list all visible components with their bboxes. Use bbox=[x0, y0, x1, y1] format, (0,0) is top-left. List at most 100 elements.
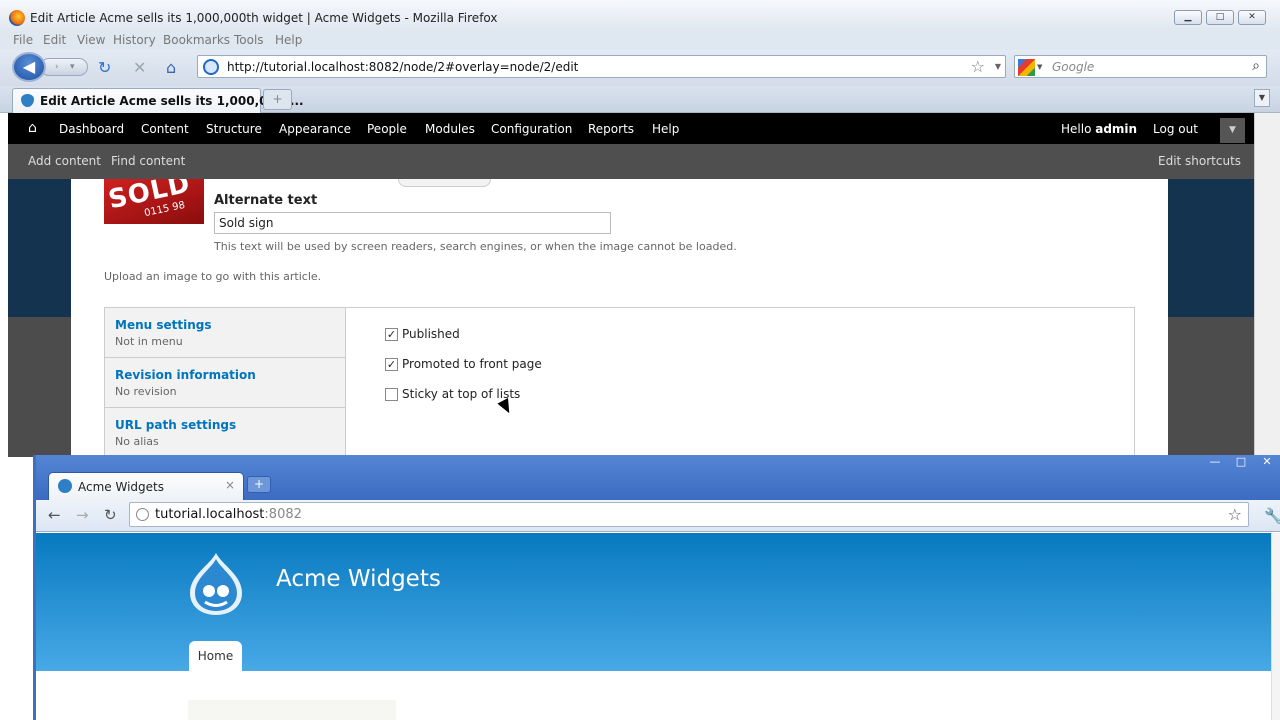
remove-button[interactable] bbox=[398, 179, 491, 187]
toolbar-greeting: Hello admin bbox=[1061, 122, 1137, 136]
search-placeholder: Google bbox=[1052, 60, 1095, 74]
drupal-favicon-icon bbox=[21, 94, 34, 107]
close-icon[interactable]: ✕ bbox=[1238, 10, 1266, 25]
vtab-menu-settings[interactable]: Menu settings Not in menu bbox=[105, 308, 345, 358]
url-host: tutorial.localhost bbox=[155, 507, 265, 522]
published-label[interactable]: Published bbox=[402, 327, 460, 341]
toolbar-people[interactable]: People bbox=[367, 122, 407, 136]
stop-icon[interactable]: ✕ bbox=[133, 58, 146, 77]
reload-icon[interactable]: ↻ bbox=[104, 506, 117, 524]
tab-close-icon[interactable]: × bbox=[225, 478, 235, 492]
back-button[interactable]: ◀ bbox=[12, 52, 46, 82]
vtab-revision-information[interactable]: Revision information No revision bbox=[105, 358, 345, 408]
shortcut-add-content[interactable]: Add content bbox=[28, 154, 101, 168]
toolbar-toggle-icon[interactable]: ▼ bbox=[1220, 118, 1245, 143]
vtab-summary: Not in menu bbox=[115, 335, 183, 348]
promoted-label[interactable]: Promoted to front page bbox=[402, 357, 542, 371]
site-name[interactable]: Acme Widgets bbox=[276, 566, 441, 592]
toolbar-reports[interactable]: Reports bbox=[588, 122, 634, 136]
shortcut-find-content[interactable]: Find content bbox=[111, 154, 185, 168]
forward-button[interactable]: › ▾ bbox=[40, 58, 88, 76]
window-title: Edit Article Acme sells its 1,000,000th … bbox=[30, 11, 498, 25]
home-icon[interactable]: ⌂ bbox=[166, 58, 176, 77]
search-icon[interactable]: ⌕ bbox=[1252, 58, 1260, 74]
url-port: :8082 bbox=[264, 507, 302, 522]
vertical-tabs-menu: Menu settings Not in menu Revision infor… bbox=[105, 308, 346, 458]
greeting-prefix: Hello bbox=[1061, 122, 1096, 136]
toolbar-appearance[interactable]: Appearance bbox=[279, 122, 351, 136]
url-dropdown-icon[interactable]: ▼ bbox=[995, 62, 1001, 71]
menu-edit[interactable]: Edit bbox=[43, 33, 66, 47]
tab-label: Acme Widgets bbox=[78, 480, 164, 494]
firefox-logo-icon bbox=[9, 10, 25, 26]
wrench-icon[interactable]: 🔧 bbox=[1264, 507, 1280, 525]
tab-list-icon[interactable]: ▼ bbox=[1254, 89, 1270, 107]
vtab-summary: No revision bbox=[115, 385, 177, 398]
site-page: Acme Widgets Home bbox=[36, 533, 1271, 720]
toolbar-home-icon[interactable]: ⌂ bbox=[28, 120, 37, 136]
search-engine-dropdown-icon[interactable]: ▼ bbox=[1037, 63, 1042, 71]
drupal-logo-icon[interactable] bbox=[188, 551, 244, 617]
reload-icon[interactable]: ↻ bbox=[98, 58, 111, 77]
vtab-summary: No alias bbox=[115, 435, 159, 448]
back-icon[interactable]: ← bbox=[48, 506, 61, 524]
edit-shortcuts-link[interactable]: Edit shortcuts bbox=[1158, 154, 1241, 168]
alt-text-description: This text will be used by screen readers… bbox=[214, 240, 737, 253]
sidebar-block bbox=[188, 700, 396, 720]
search-box[interactable]: ▼ Google ⌕ bbox=[1014, 55, 1267, 78]
toolbar-dashboard[interactable]: Dashboard bbox=[59, 122, 124, 136]
firefox-titlebar: Edit Article Acme sells its 1,000,000th … bbox=[0, 0, 1280, 35]
vtab-url-path-settings[interactable]: URL path settings No alias bbox=[105, 408, 345, 458]
toolbar-modules[interactable]: Modules bbox=[425, 122, 475, 136]
drupal-favicon-icon bbox=[58, 479, 72, 493]
greeting-user[interactable]: admin bbox=[1095, 122, 1137, 136]
omnibox[interactable]: tutorial.localhost:8082 ☆ bbox=[129, 502, 1249, 527]
menu-help[interactable]: Help bbox=[275, 33, 302, 47]
menu-tools[interactable]: Tools bbox=[234, 33, 264, 47]
maximize-icon[interactable]: □ bbox=[1230, 455, 1252, 472]
toolbar-configuration[interactable]: Configuration bbox=[491, 122, 572, 136]
image-field-description: Upload an image to go with this article. bbox=[104, 270, 322, 283]
minimize-icon[interactable]: — bbox=[1204, 455, 1226, 472]
window-controls: ▁ □ ✕ bbox=[1174, 10, 1266, 25]
page-scrollbar[interactable] bbox=[1254, 113, 1280, 457]
bookmark-star-icon[interactable]: ☆ bbox=[971, 57, 985, 76]
menu-file[interactable]: File bbox=[13, 33, 33, 47]
chrome-toolbar: ← → ↻ tutorial.localhost:8082 ☆ 🔧 bbox=[36, 500, 1280, 532]
bookmark-star-icon[interactable]: ☆ bbox=[1228, 505, 1242, 524]
menu-bookmarks[interactable]: Bookmarks bbox=[163, 33, 230, 47]
vtab-title[interactable]: Revision information bbox=[115, 368, 256, 382]
image-thumbnail: SOLD 0115 98 bbox=[104, 179, 204, 224]
alt-text-label: Alternate text bbox=[214, 193, 318, 208]
url-text: http://tutorial.localhost:8082/node/2#ov… bbox=[227, 60, 579, 74]
google-icon[interactable] bbox=[1018, 59, 1035, 76]
new-tab-button[interactable]: + bbox=[263, 89, 292, 110]
vtab-title[interactable]: URL path settings bbox=[115, 418, 236, 432]
new-tab-button[interactable]: + bbox=[247, 476, 271, 493]
toolbar-logout[interactable]: Log out bbox=[1153, 122, 1198, 136]
toolbar-structure[interactable]: Structure bbox=[206, 122, 262, 136]
chrome-frame: Acme Widgets × + — □ ✕ bbox=[36, 455, 1280, 500]
menu-view[interactable]: View bbox=[77, 33, 105, 47]
sticky-label[interactable]: Sticky at top of lists bbox=[402, 387, 520, 401]
alt-text-input[interactable] bbox=[214, 212, 611, 234]
site-identity-icon[interactable] bbox=[203, 59, 219, 75]
shortcut-bar: Add content Find content Edit shortcuts bbox=[8, 144, 1254, 179]
toolbar-help[interactable]: Help bbox=[652, 122, 679, 136]
close-icon[interactable]: ✕ bbox=[1256, 455, 1278, 472]
tab-edit-article[interactable]: Edit Article Acme sells its 1,000,000t..… bbox=[12, 88, 304, 113]
minimize-icon[interactable]: ▁ bbox=[1174, 10, 1202, 25]
tab-acme-widgets[interactable]: Acme Widgets × bbox=[48, 472, 244, 500]
main-menu-home[interactable]: Home bbox=[189, 641, 242, 673]
maximize-icon[interactable]: □ bbox=[1206, 10, 1234, 25]
published-checkbox[interactable]: ✓ bbox=[385, 328, 398, 341]
sticky-checkbox[interactable] bbox=[385, 388, 398, 401]
toolbar-content[interactable]: Content bbox=[141, 122, 189, 136]
forward-icon[interactable]: → bbox=[76, 506, 89, 524]
vtab-title[interactable]: Menu settings bbox=[115, 318, 212, 332]
url-bar[interactable]: http://tutorial.localhost:8082/node/2#ov… bbox=[197, 55, 1006, 78]
chrome-scrollbar[interactable] bbox=[1271, 533, 1280, 720]
promoted-checkbox[interactable]: ✓ bbox=[385, 358, 398, 371]
chrome-window: Acme Widgets × + — □ ✕ ← → ↻ tutorial.lo… bbox=[33, 455, 1280, 720]
menu-history[interactable]: History bbox=[113, 33, 156, 47]
